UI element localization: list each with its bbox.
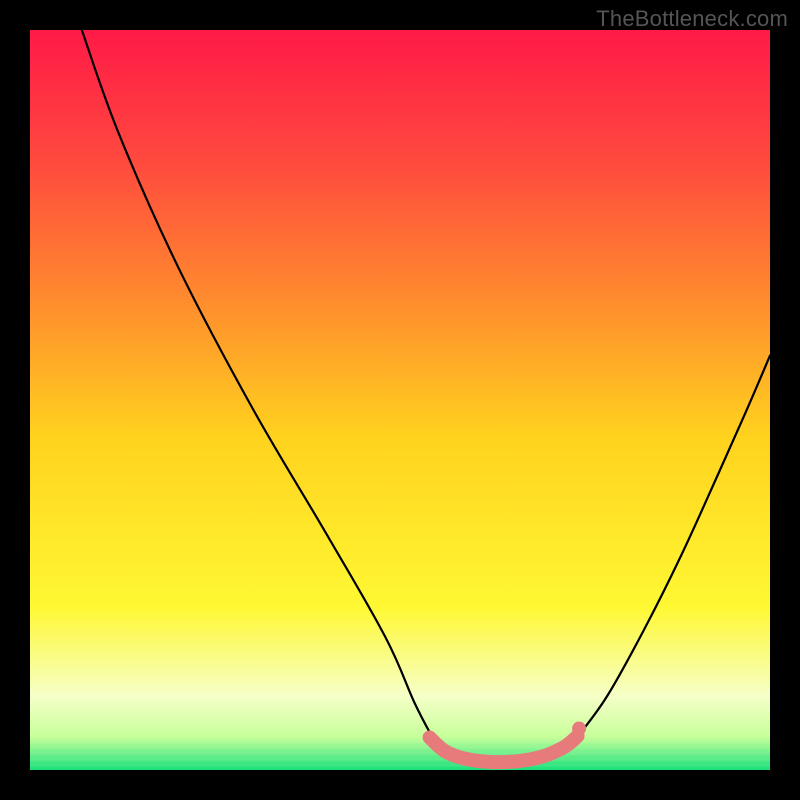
- chart-canvas: [30, 30, 770, 770]
- gradient-background: [30, 30, 770, 770]
- bottom-stripe: [30, 752, 770, 755]
- bottom-stripe: [30, 746, 770, 749]
- bottom-stripe: [30, 740, 770, 743]
- valley-right-dot: [572, 722, 586, 736]
- bottom-stripe: [30, 764, 770, 767]
- watermark-text: TheBottleneck.com: [596, 6, 788, 32]
- plot-area: [30, 30, 770, 770]
- chart-frame: TheBottleneck.com: [0, 0, 800, 800]
- bottom-stripe: [30, 758, 770, 761]
